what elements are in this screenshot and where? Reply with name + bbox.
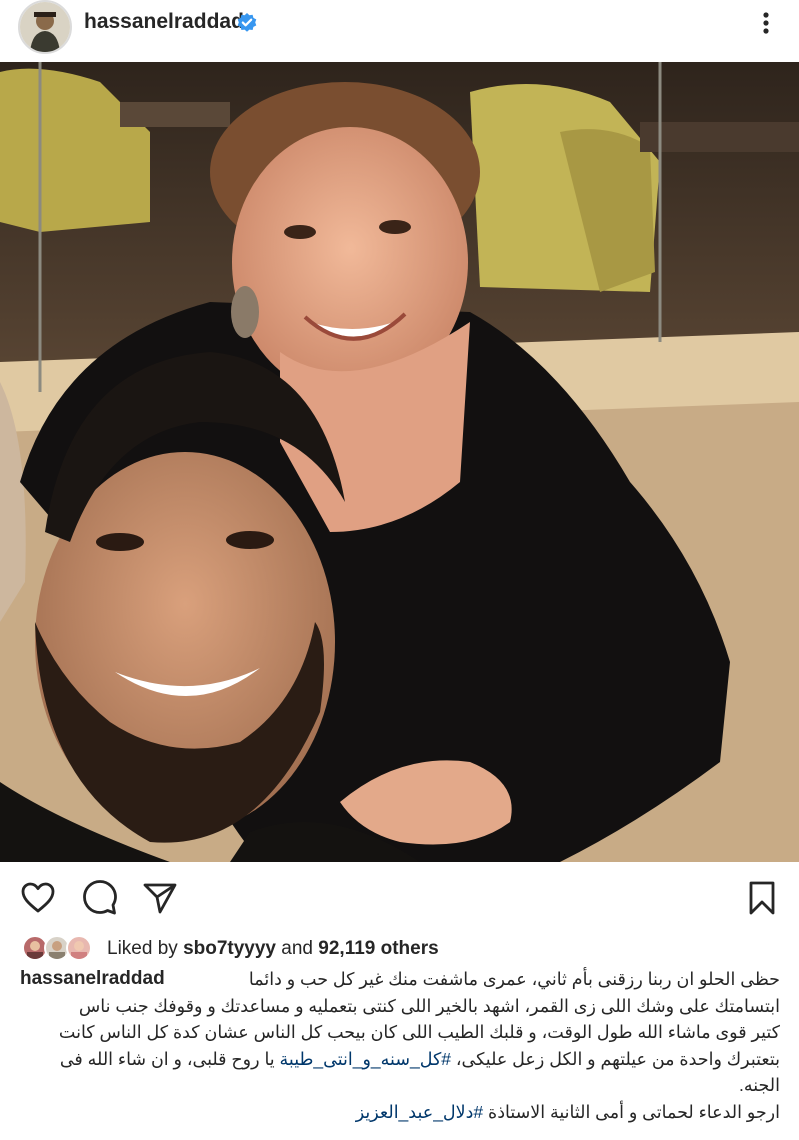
bookmark-icon[interactable]	[744, 880, 780, 916]
caption-username[interactable]: hassanelraddad	[20, 966, 165, 993]
action-bar	[0, 862, 799, 932]
caption-line: كتير قوى ماشاء الله طول الوقت، و قلبك ال…	[58, 1022, 780, 1042]
caption-line: hassanelraddad حظى الحلو ان ربنا رزقنى ب…	[20, 966, 780, 993]
likes-row: Liked by sbo7tyyyy and 92,119 others	[0, 932, 799, 966]
hashtag-link[interactable]: #دلال_عبد_العزيز	[356, 1102, 483, 1122]
likes-summary[interactable]: Liked by sbo7tyyyy and 92,119 others	[107, 938, 439, 960]
verified-badge-icon	[236, 12, 258, 34]
caption: hassanelraddad حظى الحلو ان ربنا رزقنى ب…	[20, 966, 780, 1125]
likes-prefix: Liked by	[107, 938, 178, 959]
caption-text: حظى الحلو ان ربنا رزقنى بأم ثاني، عمرى م…	[248, 969, 780, 989]
post-header: hassanelraddad	[0, 0, 799, 62]
comment-icon[interactable]	[82, 880, 118, 916]
username[interactable]: hassanelraddad	[84, 10, 244, 34]
caption-line: ابتسامتك على وشك اللى زى القمر، اشهد بال…	[78, 995, 780, 1016]
avatar[interactable]	[18, 0, 72, 54]
caption-line: بتعتبرك واحدة من عيلتهم و الكل زعل عليكى…	[20, 1046, 780, 1073]
caption-text: ارجو الدعاء لحماتى و أمى الثانية الاستاذ…	[488, 1101, 780, 1122]
hashtag-link[interactable]: #كل_سنه_و_انتى_طيبة	[280, 1049, 452, 1069]
caption-text: بتعتبرك واحدة من عيلتهم و الكل زعل عليكى…	[455, 1048, 780, 1069]
caption-line: ارجو الدعاء لحماتى و أمى الثانية الاستاذ…	[20, 1099, 780, 1126]
heart-icon[interactable]	[20, 880, 56, 916]
likes-count[interactable]: 92,119 others	[318, 938, 438, 959]
likes-conjunction: and	[281, 938, 313, 959]
send-icon[interactable]	[142, 880, 178, 916]
liker-username[interactable]: sbo7tyyyy	[183, 938, 276, 959]
caption-line: الجنه.	[738, 1075, 780, 1095]
post-photo[interactable]	[0, 62, 799, 862]
caption-text: يا روح قلبى، و ان شاء الله فى	[59, 1048, 275, 1069]
more-vertical-icon[interactable]	[752, 8, 780, 38]
liker-avatar[interactable]	[66, 935, 92, 961]
